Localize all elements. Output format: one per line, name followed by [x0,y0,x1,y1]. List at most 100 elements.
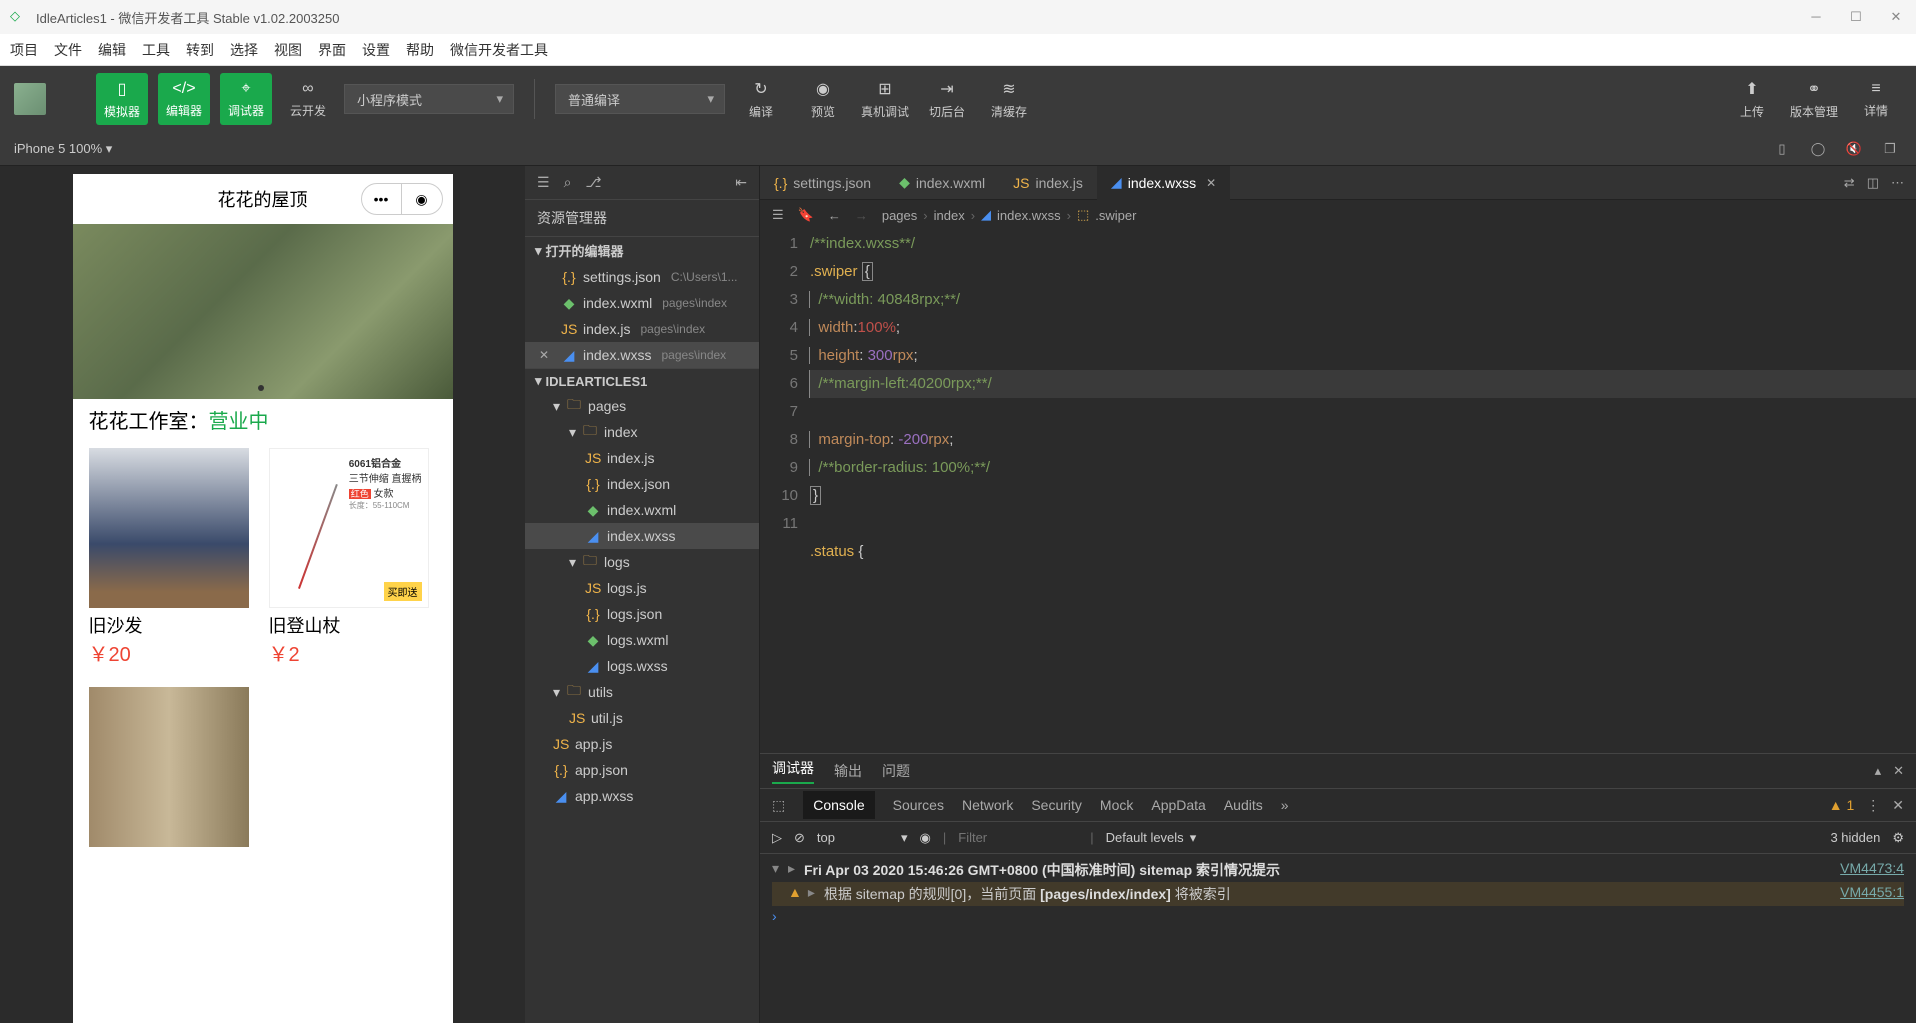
product-item[interactable] [89,687,249,847]
appdata-tab[interactable]: AppData [1151,797,1205,813]
file-item[interactable]: {.}index.json [525,471,759,497]
back-icon[interactable]: ← [828,208,841,223]
collapse-icon[interactable]: ⇤ [735,174,747,191]
file-item[interactable]: ◢index.wxss [525,523,759,549]
hidden-count[interactable]: 3 hidden [1830,830,1880,845]
more-tabs-icon[interactable]: » [1281,797,1289,813]
maximize-button[interactable]: ☐ [1846,9,1866,25]
context-select[interactable]: top ▾ [817,830,908,846]
inspect-icon[interactable]: ⬚ [772,797,785,814]
file-item[interactable]: {.}app.json [525,757,759,783]
menu-view[interactable]: 视图 [274,40,302,60]
editor-tab[interactable]: ◆index.wxml [885,166,999,200]
menu-project[interactable]: 项目 [10,40,38,60]
menu-select[interactable]: 选择 [230,40,258,60]
code-editor[interactable]: 1234567891011 /**index.wxss**/ .swiper {… [760,230,1916,753]
device-icon[interactable]: ▯ [1770,141,1794,157]
clear-icon[interactable]: ⊘ [794,830,805,846]
swiper-image[interactable] [73,224,453,399]
open-file[interactable]: ◆index.wxmlpages\index [525,290,759,316]
minimize-button[interactable]: ─ [1806,9,1826,25]
copy-icon[interactable]: ❐ [1878,141,1902,157]
folder-logs[interactable]: ▾ 🗀logs [525,549,759,575]
stop-icon[interactable]: ◯ [1806,141,1830,157]
file-item[interactable]: JSutil.js [525,705,759,731]
product-item[interactable]: 6061铝合金 三节伸缩 直握柄 红色 女款 长度：55-110CM 买即送 旧… [269,448,429,667]
user-avatar[interactable] [14,83,46,115]
folder-utils[interactable]: ▾ 🗀utils [525,679,759,705]
search-icon[interactable]: ⌕ [564,174,572,191]
editor-tab[interactable]: {.}settings.json [760,166,885,200]
cut-back-button[interactable]: ⇥切后台 [921,73,973,125]
upload-button[interactable]: ⬆上传 [1726,73,1778,125]
capsule-button[interactable]: ••• ◉ [361,183,443,215]
open-editors-section[interactable]: ▾ 打开的编辑器 [525,236,759,264]
open-file[interactable]: {.}settings.jsonC:\Users\1... [525,264,759,290]
file-item[interactable]: JSapp.js [525,731,759,757]
menu-wechat[interactable]: 微信开发者工具 [450,40,548,60]
close-icon[interactable]: ✕ [1893,763,1904,779]
real-debug-button[interactable]: ⊞真机调试 [859,73,911,125]
version-button[interactable]: ⚭版本管理 [1788,73,1840,125]
capsule-close-icon[interactable]: ◉ [402,184,442,214]
play-icon[interactable]: ▷ [772,830,782,846]
file-item[interactable]: ◆logs.wxml [525,627,759,653]
gear-icon[interactable]: ⚙ [1892,830,1904,846]
mock-tab[interactable]: Mock [1100,797,1133,813]
warning-badge[interactable]: ▲ 1 [1829,797,1855,813]
close-icon[interactable]: ✕ [1892,797,1904,814]
file-item[interactable]: ◆index.wxml [525,497,759,523]
problems-tab[interactable]: 问题 [882,761,910,781]
device-selector[interactable]: iPhone 5 100% ▾ [14,141,112,157]
close-icon[interactable]: ✕ [1206,176,1216,190]
outline-icon[interactable]: ☰ [772,207,784,223]
menu-file[interactable]: 文件 [54,40,82,60]
preview-button[interactable]: ◉预览 [797,73,849,125]
folder-index[interactable]: ▾ 🗀index [525,419,759,445]
product-item[interactable]: 旧沙发 ￥20 [89,448,249,667]
bookmark-icon[interactable]: 🔖 [798,207,814,223]
file-item[interactable]: ◢logs.wxss [525,653,759,679]
menu-settings[interactable]: 设置 [362,40,390,60]
open-file[interactable]: JSindex.jspages\index [525,316,759,342]
mute-icon[interactable]: 🔇 [1842,141,1866,157]
audits-tab[interactable]: Audits [1224,797,1263,813]
console-output[interactable]: ▾ ▸ Fri Apr 03 2020 15:46:26 GMT+0800 (中… [760,854,1916,1023]
menu-edit[interactable]: 编辑 [98,40,126,60]
file-item[interactable]: JSlogs.js [525,575,759,601]
kebab-icon[interactable]: ⋮ [1866,797,1880,814]
debugger-button[interactable]: ⌖调试器 [220,73,272,125]
editor-tab[interactable]: JSindex.js [999,166,1097,200]
console-tab[interactable]: Console [803,791,874,819]
folder-pages[interactable]: ▾ 🗀pages [525,393,759,419]
close-button[interactable]: ✕ [1886,9,1906,25]
phone-preview[interactable]: 花花的屋顶 ••• ◉ 花花工作室：营业中 旧沙发 ￥20 [73,174,453,1023]
editor-tab[interactable]: ◢index.wxss✕ [1097,166,1230,200]
compile-button[interactable]: ↻编译 [735,73,787,125]
file-item[interactable]: {.}logs.json [525,601,759,627]
close-icon[interactable]: ✕ [539,348,551,362]
more-icon[interactable]: ⋯ [1891,175,1904,191]
network-tab[interactable]: Network [962,797,1013,813]
compare-icon[interactable]: ⇄ [1844,175,1855,191]
file-item[interactable]: ◢app.wxss [525,783,759,809]
collapse-icon[interactable]: ▴ [1875,763,1882,779]
details-button[interactable]: ≡详情 [1850,73,1902,125]
menu-help[interactable]: 帮助 [406,40,434,60]
clear-cache-button[interactable]: ≋清缓存 [983,73,1035,125]
compile-select[interactable]: 普通编译 [555,84,725,114]
filter-input[interactable] [958,830,1078,845]
eye-icon[interactable]: ◉ [920,830,931,846]
git-icon[interactable]: ⎇ [585,174,601,191]
menu-interface[interactable]: 界面 [318,40,346,60]
capsule-menu-icon[interactable]: ••• [362,184,402,214]
sources-tab[interactable]: Sources [893,797,944,813]
mode-select[interactable]: 小程序模式 [344,84,514,114]
editor-button[interactable]: </>编辑器 [158,73,210,125]
security-tab[interactable]: Security [1031,797,1082,813]
open-file[interactable]: ✕◢index.wxsspages\index [525,342,759,368]
levels-select[interactable]: Default levels ▾ [1106,830,1197,846]
output-tab[interactable]: 输出 [834,761,862,781]
split-icon[interactable]: ◫ [1867,175,1879,191]
simulator-button[interactable]: ▯模拟器 [96,73,148,125]
